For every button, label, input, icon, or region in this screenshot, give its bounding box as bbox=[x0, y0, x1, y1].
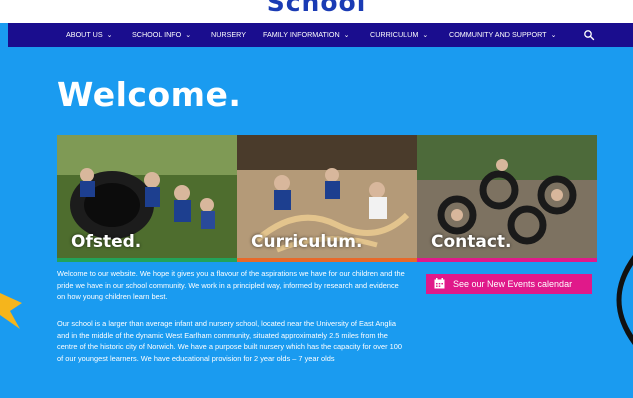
nav-item-community-and-support[interactable]: COMMUNITY AND SUPPORT ⌄ bbox=[449, 23, 556, 47]
star-decoration bbox=[0, 293, 22, 329]
calendar-icon bbox=[434, 278, 445, 289]
tile-accent-bar bbox=[57, 258, 237, 262]
nav-item-label: CURRICULUM bbox=[370, 30, 419, 39]
chevron-down-icon: ⌄ bbox=[106, 32, 113, 39]
main-nav: ABOUT US ⌄ SCHOOL INFO ⌄ NURSERY FAMILY IN… bbox=[8, 23, 633, 47]
nav-item-label: ABOUT US bbox=[66, 30, 103, 39]
nav-item-family-information[interactable]: FAMILY INFORMATION ⌄ bbox=[263, 23, 350, 47]
decorative-shape bbox=[616, 255, 633, 345]
nav-item-about-us[interactable]: ABOUT US ⌄ bbox=[66, 23, 113, 47]
tile-contact[interactable]: Contact. bbox=[417, 135, 597, 262]
tile-label: Contact. bbox=[431, 232, 512, 252]
page-title: Welcome. bbox=[57, 75, 242, 114]
search-icon[interactable] bbox=[583, 29, 595, 41]
chevron-down-icon: ⌄ bbox=[343, 32, 350, 39]
nav-item-label: SCHOOL INFO bbox=[132, 30, 182, 39]
tile-label: Ofsted. bbox=[71, 232, 142, 252]
nav-item-label: FAMILY INFORMATION bbox=[263, 30, 340, 39]
about-school-paragraph: Our school is a larger than average infa… bbox=[57, 319, 402, 363]
events-button-label: See our New Events calendar bbox=[453, 279, 573, 289]
tile-label: Curriculum. bbox=[251, 232, 363, 252]
tile-accent-bar bbox=[237, 258, 417, 262]
nav-item-nursery[interactable]: NURSERY bbox=[211, 23, 246, 47]
nav-item-curriculum[interactable]: CURRICULUM ⌄ bbox=[370, 23, 428, 47]
site-header: School bbox=[0, 0, 633, 23]
chevron-down-icon: ⌄ bbox=[185, 32, 192, 39]
tile-ofsted[interactable]: Ofsted. bbox=[57, 135, 237, 262]
tile-accent-bar bbox=[417, 258, 597, 262]
nav-item-label: NURSERY bbox=[211, 30, 247, 39]
school-logo-text[interactable]: School bbox=[0, 0, 633, 17]
events-calendar-button[interactable]: See our New Events calendar bbox=[426, 274, 592, 294]
chevron-down-icon: ⌄ bbox=[550, 32, 557, 39]
nav-item-label: COMMUNITY AND SUPPORT bbox=[449, 30, 547, 39]
nav-item-school-info[interactable]: SCHOOL INFO ⌄ bbox=[132, 23, 191, 47]
tile-curriculum[interactable]: Curriculum. bbox=[237, 135, 417, 262]
welcome-paragraph: Welcome to our website. We hope it gives… bbox=[57, 269, 405, 301]
chevron-down-icon: ⌄ bbox=[422, 32, 429, 39]
